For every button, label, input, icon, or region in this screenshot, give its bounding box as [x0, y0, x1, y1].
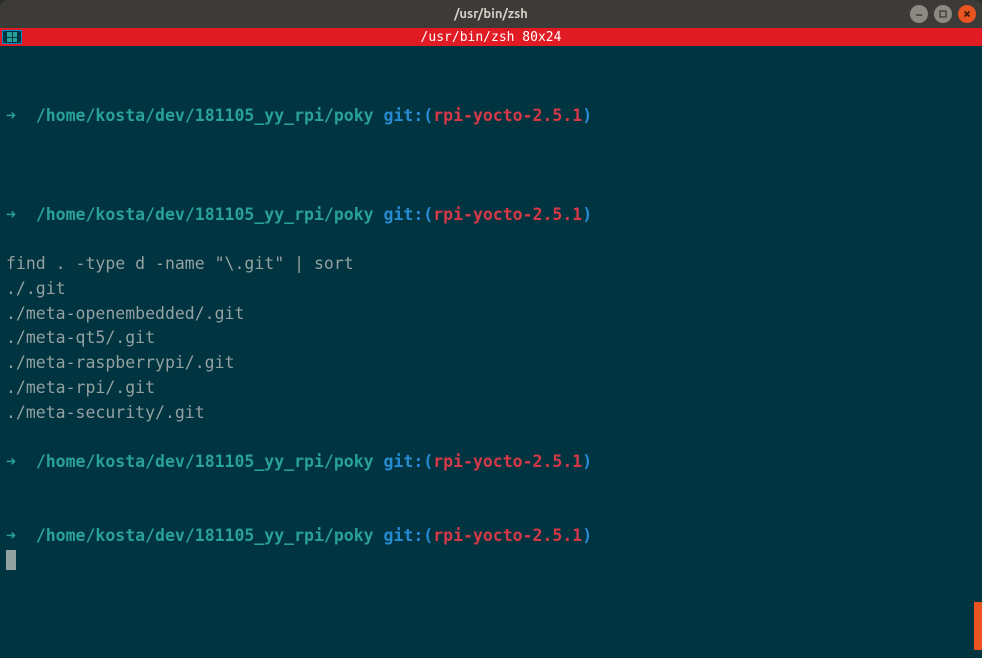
- paren-open: (: [423, 205, 433, 224]
- output-line: ./meta-rpi/.git: [6, 376, 976, 401]
- git-label: git:: [384, 526, 424, 545]
- tab-indicator[interactable]: [2, 30, 22, 44]
- prompt-line: ➜ /home/kosta/dev/181105_yy_rpi/poky git…: [6, 450, 976, 475]
- prompt-path: /home/kosta/dev/181105_yy_rpi/poky: [36, 526, 374, 545]
- git-branch: rpi-yocto-2.5.1: [433, 106, 582, 125]
- output-line: ./meta-security/.git: [6, 401, 976, 426]
- git-branch: rpi-yocto-2.5.1: [433, 452, 582, 471]
- cursor-icon: [6, 550, 16, 570]
- output-line: ./.git: [6, 277, 976, 302]
- paren-close: ): [582, 526, 592, 545]
- tab-separator: [22, 28, 25, 46]
- git-branch: rpi-yocto-2.5.1: [433, 205, 582, 224]
- scrollbar-thumb[interactable]: [974, 602, 982, 650]
- git-label: git:: [384, 205, 424, 224]
- command-line: find . -type d -name "\.git" | sort: [6, 252, 976, 277]
- prompt-path: /home/kosta/dev/181105_yy_rpi/poky: [36, 205, 374, 224]
- close-button[interactable]: [958, 5, 976, 23]
- paren-open: (: [423, 452, 433, 471]
- window-title: /usr/bin/zsh: [454, 7, 528, 21]
- terminal-tab-icon: [7, 32, 17, 42]
- git-label: git:: [384, 106, 424, 125]
- input-line[interactable]: [6, 549, 976, 574]
- output-line: ./meta-raspberrypi/.git: [6, 351, 976, 376]
- window-controls: [910, 5, 976, 23]
- window-titlebar: /usr/bin/zsh: [0, 0, 982, 28]
- tab-bar: /usr/bin/zsh 80x24: [0, 28, 982, 46]
- paren-open: (: [423, 106, 433, 125]
- prompt-arrow-icon: ➜: [6, 452, 16, 471]
- tab-title: /usr/bin/zsh 80x24: [421, 30, 562, 45]
- paren-close: ): [582, 452, 592, 471]
- output-line: ./meta-openembedded/.git: [6, 302, 976, 327]
- terminal-viewport[interactable]: ➜ /home/kosta/dev/181105_yy_rpi/poky git…: [0, 46, 982, 658]
- prompt-line: ➜ /home/kosta/dev/181105_yy_rpi/poky git…: [6, 203, 976, 228]
- git-label: git:: [384, 452, 424, 471]
- paren-close: ): [582, 205, 592, 224]
- maximize-button[interactable]: [934, 5, 952, 23]
- minimize-button[interactable]: [910, 5, 928, 23]
- prompt-arrow-icon: ➜: [6, 106, 16, 125]
- output-line: ./meta-qt5/.git: [6, 326, 976, 351]
- prompt-line: ➜ /home/kosta/dev/181105_yy_rpi/poky git…: [6, 104, 976, 129]
- prompt-path: /home/kosta/dev/181105_yy_rpi/poky: [36, 106, 374, 125]
- prompt-arrow-icon: ➜: [6, 205, 16, 224]
- prompt-line: ➜ /home/kosta/dev/181105_yy_rpi/poky git…: [6, 524, 976, 549]
- paren-open: (: [423, 526, 433, 545]
- prompt-path: /home/kosta/dev/181105_yy_rpi/poky: [36, 452, 374, 471]
- git-branch: rpi-yocto-2.5.1: [433, 526, 582, 545]
- paren-close: ): [582, 106, 592, 125]
- prompt-arrow-icon: ➜: [6, 526, 16, 545]
